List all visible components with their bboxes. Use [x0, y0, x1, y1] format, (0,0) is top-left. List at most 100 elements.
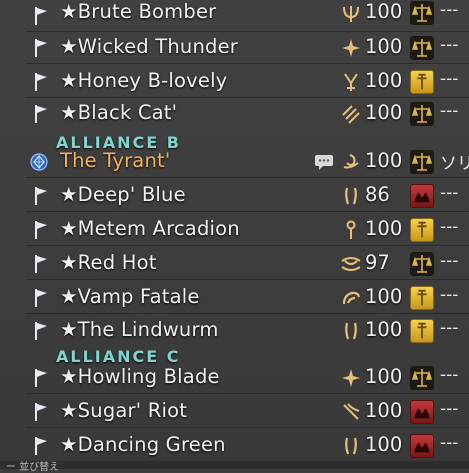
member-level: 100: [365, 433, 403, 456]
member-level: 97: [365, 251, 390, 274]
member-name: ★Sugar' Riot: [60, 399, 188, 422]
flag-icon: [35, 369, 47, 387]
paladin-icon: [342, 369, 360, 387]
party-member-row[interactable]: ★Metem Arcadion 100 ---: [0, 214, 469, 246]
member-name: ★Black Cat': [60, 101, 178, 124]
party-member-row[interactable]: ★Howling Blade 100 ---: [0, 362, 469, 394]
scale-icon: [410, 150, 434, 174]
member-name: ★Honey B-lovely: [60, 69, 228, 92]
member-level: 100: [365, 399, 403, 422]
member-status: ---: [440, 69, 459, 89]
dancer-icon: [343, 154, 359, 169]
member-status: ---: [440, 285, 459, 305]
dps-role-icon: [410, 400, 434, 424]
flag-icon: [35, 39, 47, 57]
member-status: ---: [440, 0, 459, 20]
footer-bar: ー 並び替え: [0, 461, 469, 473]
member-status: ---: [440, 399, 459, 419]
warrior-icon: [343, 6, 359, 22]
member-name: ★The Lindwurm: [60, 318, 219, 341]
member-status: ---: [440, 318, 459, 338]
scale-icon: [410, 366, 434, 390]
party-member-row[interactable]: ★Vamp Fatale 100 ---: [0, 282, 469, 314]
dragoon-icon: [345, 322, 357, 340]
member-name: ★Wicked Thunder: [60, 35, 239, 58]
chat-bubble-icon[interactable]: [314, 154, 334, 170]
party-member-row[interactable]: ★Deep' Blue 86 ---: [0, 180, 469, 212]
member-level: 100: [365, 285, 403, 308]
member-level: 100: [365, 318, 403, 341]
scale-icon: [410, 252, 434, 276]
member-name: ★Vamp Fatale: [60, 285, 200, 308]
member-status: ---: [440, 365, 459, 385]
flag-icon: [35, 403, 47, 421]
party-member-row[interactable]: ★Dancing Green 100 ---: [0, 430, 469, 462]
flag-icon: [35, 7, 47, 25]
row-divider: [26, 313, 469, 314]
whitemage-icon: [346, 220, 356, 239]
member-name: ★Deep' Blue: [60, 183, 186, 206]
row-divider: [26, 211, 469, 212]
party-member-row[interactable]: ★Wicked Thunder 100 ---: [0, 32, 469, 64]
member-level: 100: [365, 365, 403, 388]
party-member-row[interactable]: ★The Lindwurm 100 ---: [0, 315, 469, 347]
member-level: 100: [365, 101, 403, 124]
scale-icon: [410, 1, 434, 25]
member-level: 100: [365, 35, 403, 58]
flag-icon: [35, 221, 47, 239]
dragoon-icon: [345, 187, 357, 205]
dps-role-icon: [410, 434, 434, 458]
row-divider: [26, 427, 469, 428]
flag-icon: [35, 322, 47, 340]
paladin-icon: [342, 39, 360, 57]
flag-icon: [35, 289, 47, 307]
flag-icon: [35, 73, 47, 91]
member-level: 100: [365, 149, 403, 172]
flag-icon: [35, 437, 47, 455]
row-divider: [26, 63, 469, 64]
party-member-row[interactable]: ★Honey B-lovely 100 ---: [0, 66, 469, 98]
row-divider: [26, 177, 469, 178]
member-status: ソリ: [440, 154, 469, 174]
healer-role-icon: [410, 70, 434, 94]
ninja-icon: [342, 105, 360, 124]
dps-role-icon: [410, 184, 434, 208]
party-leader-row[interactable]: The Tyrant' 100 ソリ: [0, 146, 469, 178]
member-name: ★Brute Bomber: [60, 0, 217, 23]
member-level: 86: [365, 183, 390, 206]
leader-crystal-icon: [30, 153, 48, 171]
party-member-row[interactable]: ★Black Cat' 100 ---: [0, 98, 469, 130]
member-name: ★Metem Arcadion: [60, 217, 240, 240]
member-status: ---: [440, 35, 459, 55]
row-divider: [26, 245, 469, 246]
party-member-row[interactable]: ★Brute Bomber 100 ---: [0, 0, 469, 32]
flag-icon: [35, 255, 47, 273]
monk-icon: [342, 291, 361, 305]
member-level: 100: [365, 217, 403, 240]
member-status: ---: [440, 217, 459, 237]
member-status: ---: [440, 183, 459, 203]
member-status: ---: [440, 101, 459, 121]
flag-icon: [35, 187, 47, 205]
member-level: 100: [365, 69, 403, 92]
member-name: ★Howling Blade: [60, 365, 220, 388]
bard-icon: [343, 403, 360, 420]
dragoon-icon: [345, 437, 357, 455]
member-status: ---: [440, 251, 459, 271]
party-member-row[interactable]: ★Sugar' Riot 100 ---: [0, 396, 469, 428]
reaper-icon: [341, 257, 361, 271]
party-member-row[interactable]: ★Red Hot 97 ---: [0, 248, 469, 280]
healer-role-icon: [410, 286, 434, 310]
member-name: ★Red Hot: [60, 251, 157, 274]
healer-role-icon: [410, 319, 434, 343]
flag-icon: [35, 105, 47, 123]
sort-label[interactable]: ー 並び替え: [6, 458, 59, 473]
member-level: 100: [365, 0, 403, 23]
row-divider: [26, 279, 469, 280]
leader-name: The Tyrant': [60, 149, 171, 172]
healer-role-icon: [410, 218, 434, 242]
scale-icon: [410, 102, 434, 126]
member-name: ★Dancing Green: [60, 433, 226, 456]
row-divider: [26, 393, 469, 394]
scale-icon: [410, 36, 434, 60]
